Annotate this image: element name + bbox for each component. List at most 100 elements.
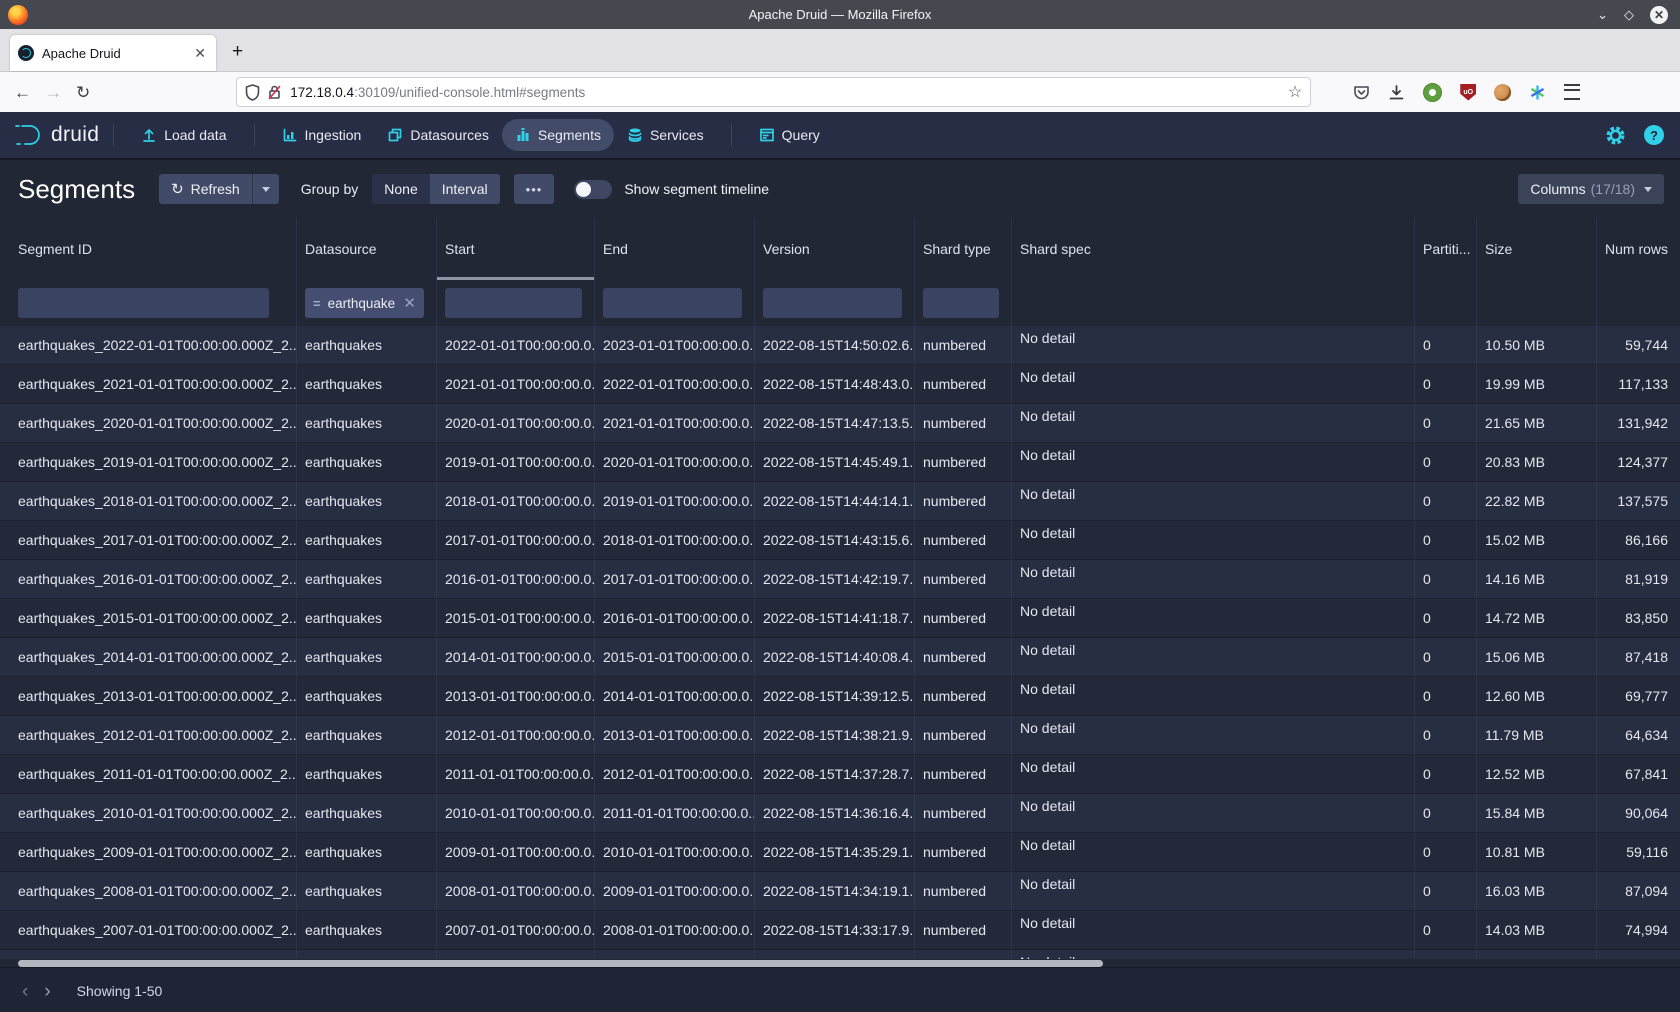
cookie-extension-icon[interactable] <box>1494 84 1511 101</box>
column-header-segment-id[interactable]: Segment ID <box>0 218 297 280</box>
cell-segment-id: earthquakes_2014-01-01T00:00:00.000Z_2..… <box>0 638 297 677</box>
druid-logo[interactable]: druid <box>14 122 99 148</box>
table-row[interactable]: earthquakes_2013-01-01T00:00:00.000Z_2..… <box>0 677 1680 716</box>
cell-partition: 0 <box>1415 638 1477 677</box>
nav-item-segments[interactable]: Segments <box>502 119 614 151</box>
cell-segment-id: earthquakes_2012-01-01T00:00:00.000Z_2..… <box>0 716 297 755</box>
column-header-size[interactable]: Size <box>1477 218 1597 280</box>
table-row[interactable]: earthquakes_2007-01-01T00:00:00.000Z_2..… <box>0 911 1680 950</box>
group-by-none-button[interactable]: None <box>372 174 429 204</box>
multi-account-extension-icon[interactable] <box>1529 84 1546 101</box>
column-header-version[interactable]: Version <box>755 218 915 280</box>
download-icon[interactable] <box>1388 84 1405 101</box>
pocket-icon[interactable] <box>1353 84 1370 101</box>
table-row[interactable]: earthquakes_2021-01-01T00:00:00.000Z_2..… <box>0 365 1680 404</box>
settings-gear-icon[interactable] <box>1605 125 1626 146</box>
datasource-filter-chip[interactable]: = earthquake ✕ <box>305 288 424 318</box>
shard-type-filter-input[interactable] <box>923 288 999 318</box>
cell-datasource: earthquakes <box>297 560 437 599</box>
column-header-end[interactable]: End <box>595 218 755 280</box>
nav-item-load-data[interactable]: Load data <box>128 119 239 151</box>
column-header-start[interactable]: Start <box>437 218 595 280</box>
nav-item-ingestion[interactable]: Ingestion <box>269 119 375 151</box>
table-row[interactable]: earthquakes_2019-01-01T00:00:00.000Z_2..… <box>0 443 1680 482</box>
table-row[interactable]: earthquakes_2009-01-01T00:00:00.000Z_2..… <box>0 833 1680 872</box>
cell-version: 2022-08-15T14:36:16.4... <box>755 794 915 833</box>
help-icon[interactable]: ? <box>1644 125 1664 145</box>
cell-shard-type: numbered <box>915 482 1012 521</box>
start-filter-input[interactable] <box>445 288 582 318</box>
bookmark-star-icon[interactable]: ☆ <box>1288 82 1302 102</box>
tab-close-icon[interactable]: ✕ <box>192 45 208 62</box>
columns-count: (17/18) <box>1591 181 1635 197</box>
cell-start: 2018-01-01T00:00:00.0... <box>437 482 595 521</box>
horizontal-scrollbar <box>0 960 1680 967</box>
column-header-partition[interactable]: Partiti... <box>1415 218 1477 280</box>
tracking-shield-icon[interactable] <box>245 84 260 101</box>
table-row[interactable]: earthquakes_2018-01-01T00:00:00.000Z_2..… <box>0 482 1680 521</box>
column-header-shard-spec[interactable]: Shard spec <box>1012 218 1415 280</box>
new-tab-button[interactable]: + <box>232 41 243 63</box>
cell-size: 10.81 MB <box>1477 833 1597 872</box>
cell-version: 2022-08-15T14:35:29.1... <box>755 833 915 872</box>
cell-start: 2008-01-01T00:00:00.0... <box>437 872 595 911</box>
next-page-icon[interactable]: › <box>44 982 50 1001</box>
query-icon <box>759 127 775 143</box>
group-by-interval-button[interactable]: Interval <box>430 174 500 204</box>
cell-end: 2010-01-01T00:00:00.0... <box>595 833 755 872</box>
table-row[interactable]: earthquakes_2017-01-01T00:00:00.000Z_2..… <box>0 521 1680 560</box>
url-host: 172.18.0.4 <box>290 85 354 100</box>
refresh-button[interactable]: ↻ Refresh <box>159 174 252 204</box>
more-options-button[interactable]: ••• <box>514 174 555 204</box>
insecure-lock-icon[interactable] <box>267 84 282 101</box>
end-filter-input[interactable] <box>603 288 742 318</box>
menu-icon[interactable] <box>1564 84 1580 100</box>
url-bar[interactable]: 172.18.0.4:30109/unified-console.html#se… <box>236 77 1311 107</box>
cell-segment-id: earthquakes_2020-01-01T00:00:00.000Z_2..… <box>0 404 297 443</box>
ublock-origin-icon[interactable]: uO <box>1460 84 1476 101</box>
table-row[interactable]: earthquakes_2022-01-01T00:00:00.000Z_2..… <box>0 326 1680 365</box>
table-row[interactable]: earthquakes_2011-01-01T00:00:00.000Z_2..… <box>0 755 1680 794</box>
nav-item-query[interactable]: Query <box>746 119 833 151</box>
previous-page-icon[interactable]: ‹ <box>22 982 28 1001</box>
nav-item-label: Load data <box>164 127 226 143</box>
cell-start: 2015-01-01T00:00:00.0... <box>437 599 595 638</box>
chevron-down-icon <box>1644 187 1652 192</box>
nav-item-label: Segments <box>538 127 601 143</box>
table-row[interactable]: earthquakes_2020-01-01T00:00:00.000Z_2..… <box>0 404 1680 443</box>
column-header-datasource[interactable]: Datasource <box>297 218 437 280</box>
remove-filter-icon[interactable]: ✕ <box>403 294 416 312</box>
cell-version: 2022-08-15T14:41:18.7... <box>755 599 915 638</box>
refresh-interval-dropdown[interactable] <box>252 174 279 204</box>
scrollbar-thumb[interactable] <box>18 960 1103 967</box>
minimize-icon[interactable]: ⌄ <box>1597 8 1608 21</box>
cell-datasource: earthquakes <box>297 911 437 950</box>
cell-segment-id: earthquakes_2022-01-01T00:00:00.000Z_2..… <box>0 326 297 365</box>
cell-version: 2022-08-15T14:50:02.6... <box>755 326 915 365</box>
reload-icon[interactable]: ↻ <box>76 84 90 101</box>
table-row[interactable]: earthquakes_2012-01-01T00:00:00.000Z_2..… <box>0 716 1680 755</box>
nav-item-datasources[interactable]: Datasources <box>374 119 502 151</box>
segment-timeline-toggle[interactable] <box>574 180 612 199</box>
column-header-num-rows[interactable]: Num rows <box>1597 218 1680 280</box>
cell-shard-spec: No detail <box>1012 599 1415 638</box>
table-row[interactable]: earthquakes_2015-01-01T00:00:00.000Z_2..… <box>0 599 1680 638</box>
table-row-partial[interactable]: earthquakes_2006-01-01T00:00:00.000Z_2..… <box>0 950 1680 959</box>
maximize-icon[interactable]: ◇ <box>1624 8 1634 21</box>
cell-datasource: earthquakes <box>297 716 437 755</box>
table-row[interactable]: earthquakes_2016-01-01T00:00:00.000Z_2..… <box>0 560 1680 599</box>
columns-button[interactable]: Columns (17/18) <box>1518 174 1664 204</box>
version-filter-input[interactable] <box>763 288 902 318</box>
table-row[interactable]: earthquakes_2014-01-01T00:00:00.000Z_2..… <box>0 638 1680 677</box>
back-icon[interactable]: ← <box>14 84 31 101</box>
close-icon[interactable]: ✕ <box>1650 6 1668 24</box>
nav-item-services[interactable]: Services <box>614 119 717 151</box>
tab-apache-druid[interactable]: Apache Druid ✕ <box>10 35 216 71</box>
cell-segment-id: earthquakes_2010-01-01T00:00:00.000Z_2..… <box>0 794 297 833</box>
column-header-shard-type[interactable]: Shard type <box>915 218 1012 280</box>
cell-segment-id: earthquakes_2006-01-01T00:00:00.000Z_2..… <box>0 950 297 959</box>
table-row[interactable]: earthquakes_2008-01-01T00:00:00.000Z_2..… <box>0 872 1680 911</box>
segment-id-filter-input[interactable] <box>18 288 269 318</box>
extension-privacy-icon[interactable] <box>1423 83 1442 102</box>
table-row[interactable]: earthquakes_2010-01-01T00:00:00.000Z_2..… <box>0 794 1680 833</box>
